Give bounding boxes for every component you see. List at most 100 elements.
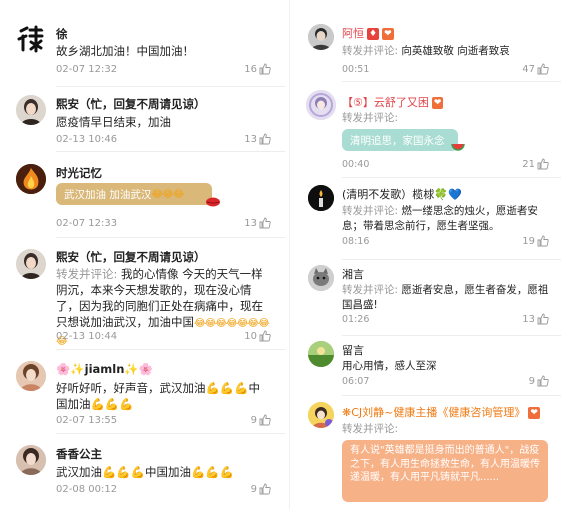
commenter-name[interactable]: 湘言 bbox=[342, 266, 364, 282]
comment-text: 故乡湖北加油！中国加油！ bbox=[56, 44, 194, 58]
candle-avatar[interactable] bbox=[308, 185, 334, 211]
comment-time: 08:16 bbox=[342, 236, 370, 247]
like-button[interactable]: 13 bbox=[244, 217, 271, 229]
comment-bubble: 清明追思，家国永念 bbox=[342, 129, 458, 151]
repost-label: 转发并评论: bbox=[342, 112, 399, 124]
comment-item[interactable]: 徐 故乡湖北加油！中国加油！ 02-07 12:32 16 bbox=[0, 0, 285, 88]
man-avatar[interactable] bbox=[308, 24, 334, 50]
comment-body: 向英雄致敬 向逝者致哀 bbox=[401, 45, 510, 57]
comment-item[interactable]: ❋CJ刘静~健康主播《健康咨询管理》 ❤ 转发并评论: 有人说"英雄都是挺身而出的… bbox=[296, 396, 561, 509]
comment-item[interactable]: 时光记忆 武汉加油 加油武汉 😂😂😂 02-07 12:33 13 bbox=[0, 152, 285, 238]
like-count: 13 bbox=[244, 217, 257, 229]
girl-avatar[interactable] bbox=[16, 95, 46, 125]
commenter-name[interactable]: 时光记忆 bbox=[56, 165, 102, 181]
like-button[interactable]: 9 bbox=[529, 375, 549, 387]
name-text: CJ刘静~健康主播《健康咨询管理》 bbox=[351, 406, 526, 419]
comment-item[interactable]: 阿恒 ♦ ❤ 转发并评论: 向英雄致敬 向逝者致哀 00:51 47 bbox=[296, 0, 561, 82]
commenter-name[interactable]: 香香公主 bbox=[56, 446, 102, 462]
comment-time: 06:07 bbox=[342, 376, 370, 387]
like-count: 10 bbox=[244, 330, 257, 342]
like-count: 13 bbox=[522, 313, 535, 325]
comment-time: 00:51 bbox=[342, 64, 370, 75]
like-count: 9 bbox=[250, 414, 257, 426]
comment-item[interactable]: 熙安（忙，回复不周请见谅） 愿疫情早日结束，加油 02-13 10:46 13 bbox=[0, 88, 285, 152]
like-button[interactable]: 13 bbox=[522, 313, 549, 325]
anime-avatar[interactable] bbox=[306, 90, 336, 120]
woman-avatar-2[interactable] bbox=[16, 445, 46, 475]
calligraphy-avatar[interactable] bbox=[16, 24, 46, 54]
comment-text: 好听好听，好声音，武汉加油💪💪💪中国加油💪💪💪 bbox=[56, 381, 260, 411]
host-avatar[interactable] bbox=[308, 402, 334, 428]
name-suffix: ✨🌸 bbox=[124, 362, 154, 376]
comment-bubble: 武汉加油 加油武汉 😂😂😂 bbox=[56, 183, 212, 205]
girl-avatar[interactable] bbox=[16, 249, 46, 279]
comment-bubble: 有人说"英雄都是挺身而出的普通人"，战疫之下，有人用生命拯救生命，有人用温暖传递… bbox=[342, 440, 548, 502]
comment-text: 转发并评论: 燃一缕思念的烛火，愿逝者安息；带着思念前行，愿生者坚强。 bbox=[342, 204, 549, 234]
bubble-text: 清明追思，家国永念 bbox=[350, 134, 445, 147]
like-button[interactable]: 21 bbox=[522, 158, 549, 170]
lips-sticker-icon bbox=[206, 197, 220, 207]
bubble-emojis: 😂😂😂 bbox=[151, 188, 184, 200]
cat-avatar[interactable] bbox=[308, 265, 334, 291]
thumbs-up-icon bbox=[537, 375, 549, 387]
commenter-name[interactable]: 【⑤】云舒了又困 ❤ bbox=[342, 94, 444, 110]
commenter-name[interactable]: 熙安（忙，回复不周请见谅） bbox=[56, 249, 206, 265]
comment-text: 愿疫情早日结束，加油 bbox=[56, 115, 171, 129]
commenter-name[interactable]: (清明不发歌）榄梂🍀💙 bbox=[342, 186, 462, 202]
comment-item[interactable]: 熙安（忙，回复不周请见谅） 转发并评论: 我的心情像 今天的天气一样阴沉，本来今… bbox=[0, 238, 285, 350]
commenter-name[interactable]: 徐 bbox=[56, 26, 68, 42]
comment-time: 02-13 10:44 bbox=[56, 331, 118, 342]
like-button[interactable]: 16 bbox=[244, 63, 271, 75]
repost-label: 转发并评论: bbox=[342, 45, 402, 57]
level-badge-icon: ❤ bbox=[431, 97, 444, 109]
like-button[interactable]: 9 bbox=[251, 483, 271, 495]
thumbs-up-icon bbox=[537, 63, 549, 75]
separator bbox=[56, 86, 285, 87]
name-text: 【⑤】云舒了又困 bbox=[342, 96, 429, 109]
column-divider bbox=[289, 0, 290, 509]
woman-avatar[interactable] bbox=[16, 361, 46, 391]
like-button[interactable]: 19 bbox=[522, 235, 549, 247]
level-badge-icon: ❤ bbox=[382, 28, 394, 40]
thumbs-up-icon bbox=[259, 217, 271, 229]
comment-item[interactable]: 【⑤】云舒了又困 ❤ 转发并评论: 清明追思，家国永念 00:40 21 bbox=[296, 82, 561, 178]
flame-avatar[interactable] bbox=[16, 164, 46, 194]
like-button[interactable]: 10 bbox=[244, 330, 271, 342]
comment-item[interactable]: (清明不发歌）榄梂🍀💙 转发并评论: 燃一缕思念的烛火，愿逝者安息；带着思念前行… bbox=[296, 178, 561, 260]
comment-time: 02-07 12:32 bbox=[56, 64, 118, 75]
comment-item[interactable]: 湘言 转发并评论: 愿逝者安息，愿生者奋发，愿祖国昌盛! 01:26 13 bbox=[296, 260, 561, 336]
comment-time: 00:40 bbox=[342, 159, 370, 170]
thumbs-up-icon bbox=[259, 133, 271, 145]
vip-badge-icon: ♦ bbox=[367, 28, 380, 40]
commenter-name[interactable]: 🌸✨jiamln✨🌸 bbox=[56, 362, 153, 376]
repost-label: 转发并评论: bbox=[342, 205, 402, 217]
comment-item[interactable]: 🌸✨jiamln✨🌸 好听好听，好声音，武汉加油💪💪💪中国加油💪💪💪 02-07… bbox=[0, 350, 285, 434]
like-count: 19 bbox=[522, 235, 535, 247]
comment-time: 02-08 00:12 bbox=[56, 484, 118, 495]
like-button[interactable]: 13 bbox=[244, 133, 271, 145]
like-button[interactable]: 9 bbox=[251, 414, 271, 426]
bubble-text: 武汉加油 加油武汉 bbox=[64, 188, 152, 201]
like-count: 9 bbox=[250, 483, 257, 495]
thumbs-up-icon bbox=[259, 483, 271, 495]
commenter-name[interactable]: 熙安（忙，回复不周请见谅） bbox=[56, 96, 206, 112]
thumbs-up-icon bbox=[259, 414, 271, 426]
commenter-name[interactable]: 留言 bbox=[342, 342, 364, 358]
repost-label: 转发并评论: bbox=[342, 423, 399, 435]
comment-text: 转发并评论: 愿逝者安息，愿生者奋发，愿祖国昌盛! bbox=[342, 283, 549, 313]
thumbs-up-icon bbox=[537, 313, 549, 325]
landscape-avatar[interactable] bbox=[308, 341, 334, 367]
comment-item[interactable]: 香香公主 武汉加油💪💪💪中国加油💪💪💪 02-08 00:12 9 bbox=[0, 434, 285, 509]
like-count: 47 bbox=[522, 63, 535, 75]
commenter-name[interactable]: 阿恒 ♦ ❤ bbox=[342, 25, 394, 41]
repost-label: 转发并评论: bbox=[56, 267, 122, 281]
commenter-name[interactable]: ❋CJ刘静~健康主播《健康咨询管理》 ❤ bbox=[342, 404, 540, 420]
comment-item[interactable]: 留言 用心用情，感人至深 06:07 9 bbox=[296, 336, 561, 396]
like-count: 21 bbox=[522, 158, 535, 170]
comment-text: 用心用情，感人至深 bbox=[342, 360, 437, 372]
comment-text: 武汉加油💪💪💪中国加油💪💪💪 bbox=[56, 465, 234, 479]
like-button[interactable]: 47 bbox=[522, 63, 549, 75]
like-count: 13 bbox=[244, 133, 257, 145]
name-text: jiamln bbox=[84, 362, 125, 376]
like-count: 16 bbox=[244, 63, 257, 75]
